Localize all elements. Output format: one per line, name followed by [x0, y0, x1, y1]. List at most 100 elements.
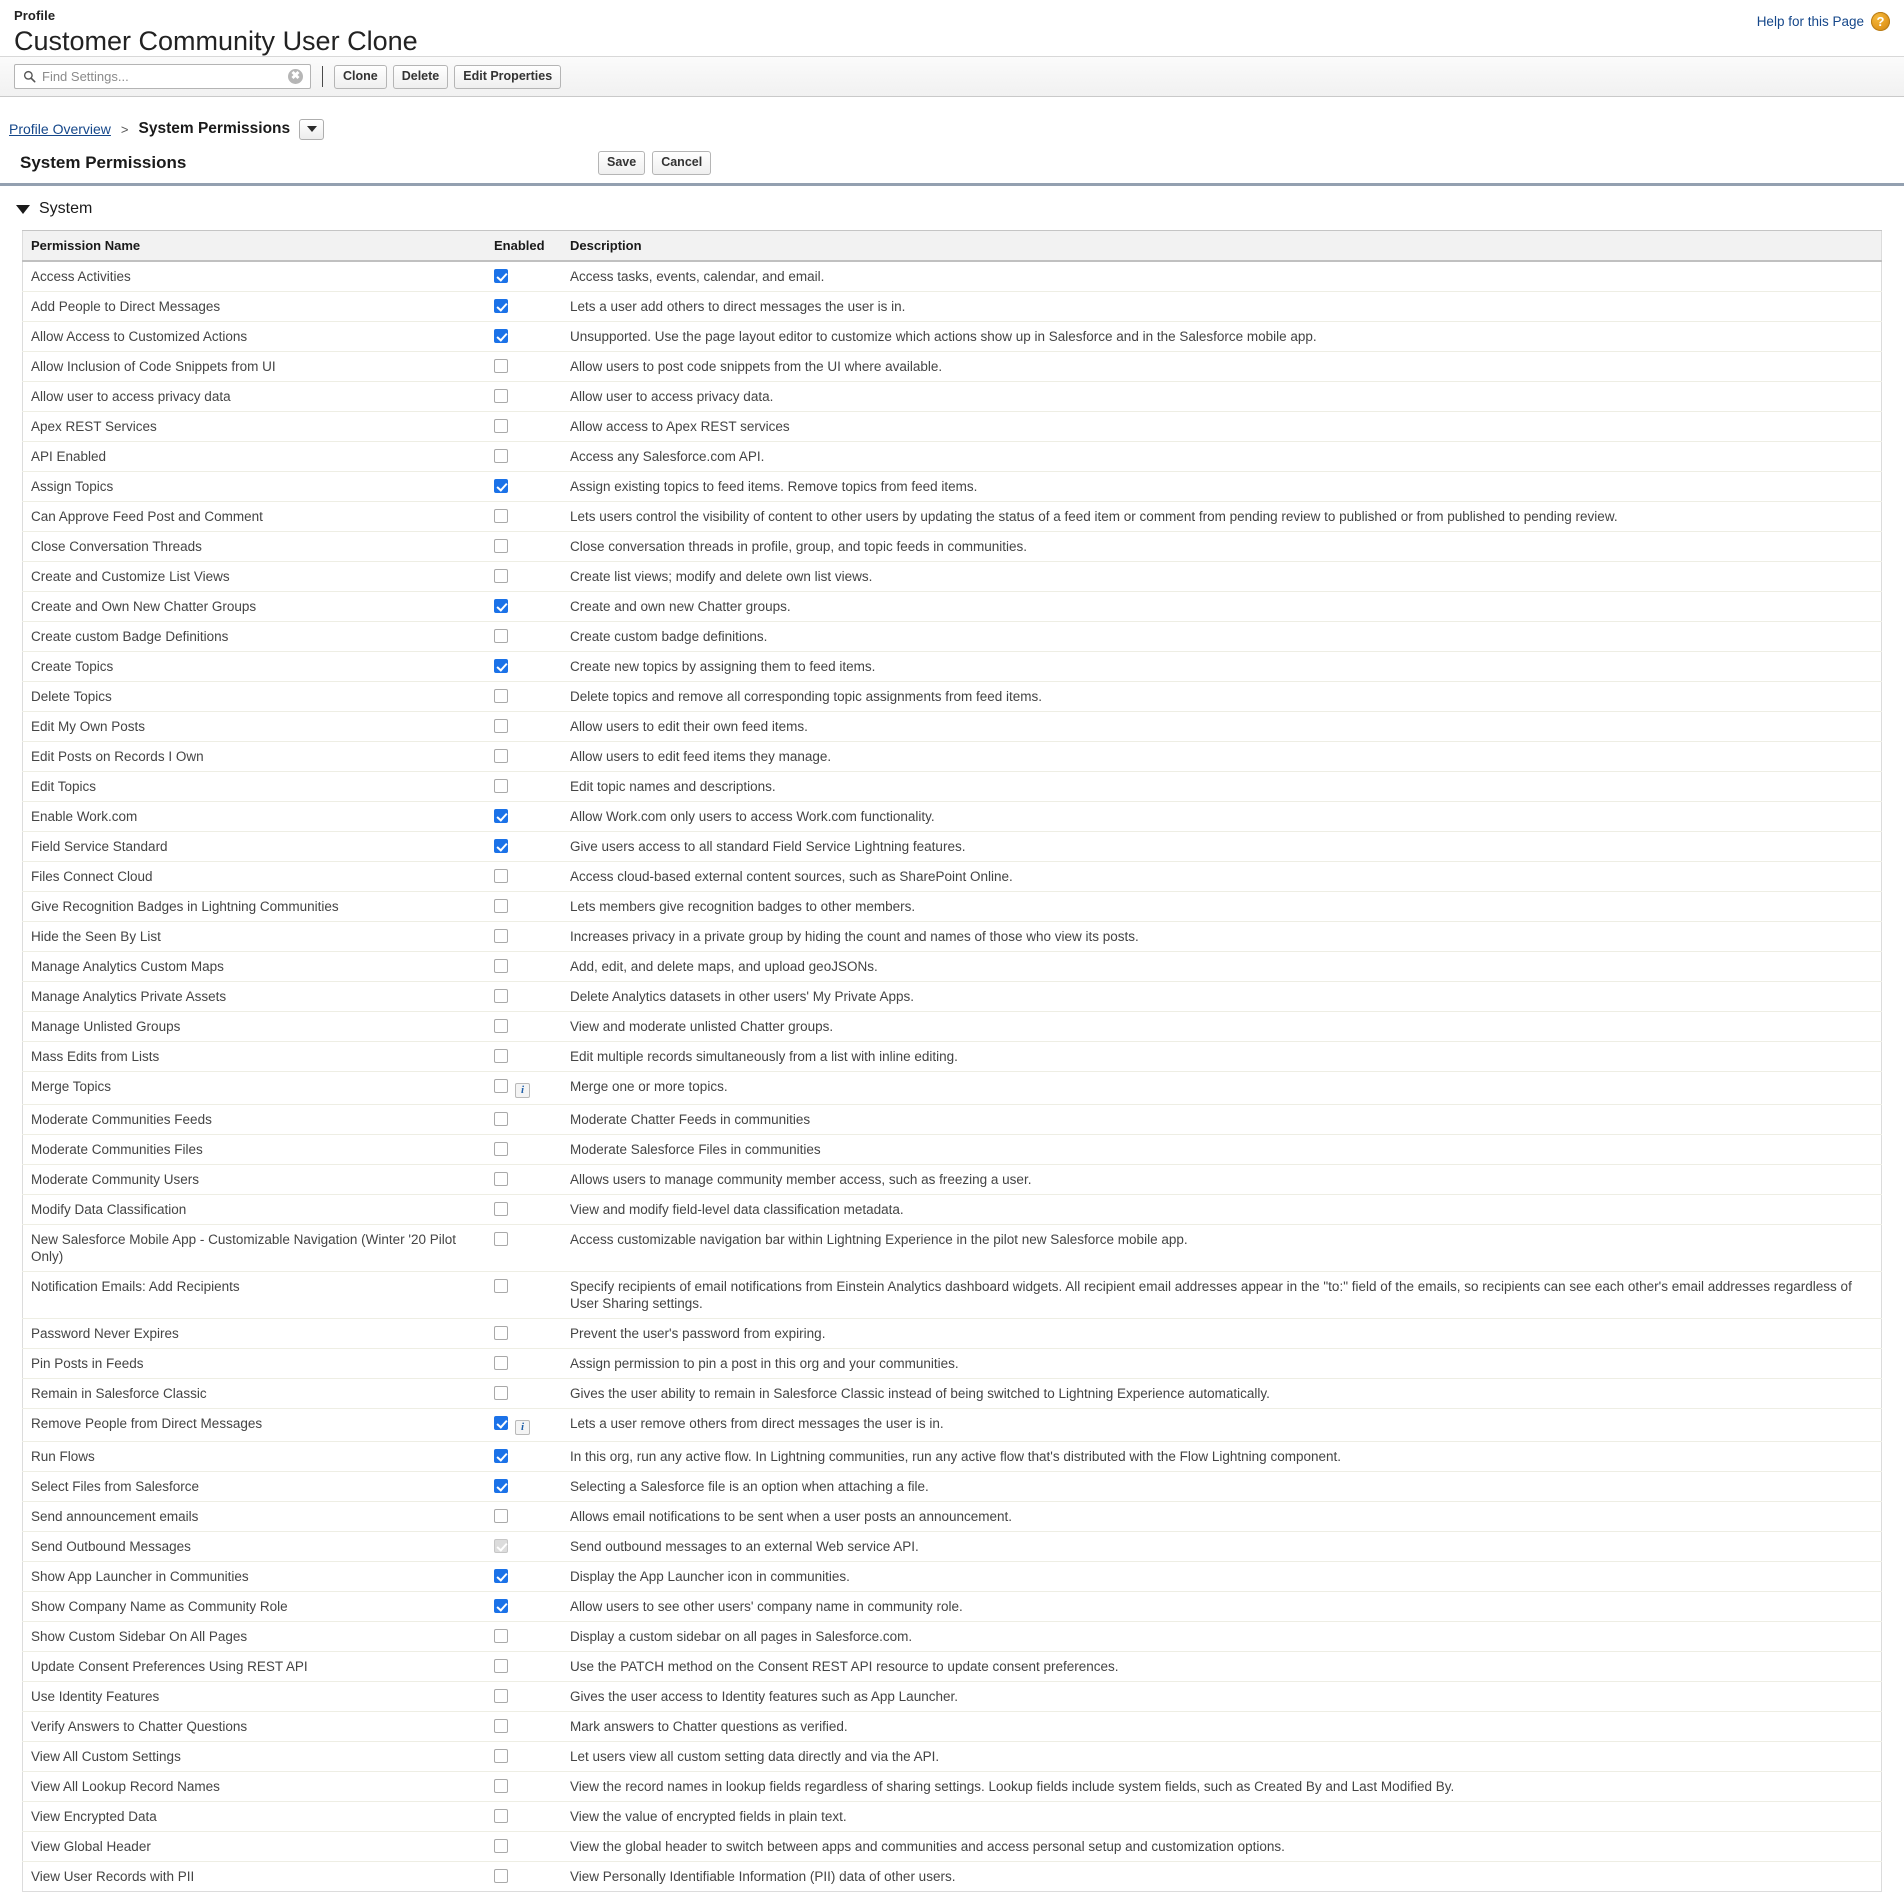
permission-checkbox[interactable] [494, 419, 508, 433]
permission-checkbox[interactable] [494, 1869, 508, 1883]
permission-checkbox[interactable] [494, 1689, 508, 1703]
permission-checkbox[interactable] [494, 1629, 508, 1643]
permission-checkbox[interactable] [494, 1326, 508, 1340]
permission-name-cell: Run Flows [22, 1441, 486, 1472]
permission-checkbox[interactable] [494, 1356, 508, 1370]
table-row: Allow Inclusion of Code Snippets from UI… [22, 351, 1882, 382]
permission-description-cell: Allow users to edit their own feed items… [562, 711, 1882, 742]
help-for-this-page[interactable]: Help for this Page ? [1757, 12, 1890, 31]
permission-checkbox[interactable] [494, 1202, 508, 1216]
toolbar-divider [322, 66, 323, 87]
clear-search-icon[interactable]: ✖ [288, 69, 303, 84]
permission-name-cell: Field Service Standard [22, 831, 486, 862]
permission-checkbox[interactable] [494, 299, 508, 313]
help-question-icon[interactable]: ? [1871, 12, 1890, 31]
permission-description-cell: Access cloud-based external content sour… [562, 861, 1882, 892]
permission-checkbox[interactable] [494, 1172, 508, 1186]
permission-description-cell: Gives the user access to Identity featur… [562, 1681, 1882, 1712]
permission-checkbox[interactable] [494, 1279, 508, 1293]
permission-name-cell: Show App Launcher in Communities [22, 1561, 486, 1592]
table-row: View Global Header View the global header… [22, 1831, 1882, 1862]
permission-checkbox[interactable] [494, 1809, 508, 1823]
permission-checkbox[interactable] [494, 659, 508, 673]
permission-checkbox[interactable] [494, 1779, 508, 1793]
permission-name-cell: View All Custom Settings [22, 1741, 486, 1772]
permission-enabled-cell [486, 1041, 562, 1072]
info-icon[interactable]: i [515, 1420, 530, 1435]
permission-checkbox[interactable] [494, 599, 508, 613]
permission-checkbox[interactable] [494, 779, 508, 793]
permission-description-cell: View Personally Identifiable Information… [570, 1869, 956, 1884]
permission-name-cell: Password Never Expires [22, 1318, 486, 1349]
permission-enabled-cell [486, 831, 562, 862]
permission-checkbox[interactable] [494, 479, 508, 493]
permission-checkbox[interactable] [494, 959, 508, 973]
permission-checkbox[interactable] [494, 1386, 508, 1400]
permission-checkbox[interactable] [494, 809, 508, 823]
triangle-down-icon [16, 204, 30, 214]
permission-checkbox[interactable] [494, 629, 508, 643]
clone-button[interactable]: Clone [334, 64, 387, 89]
permission-checkbox[interactable] [494, 1719, 508, 1733]
permission-checkbox[interactable] [494, 1142, 508, 1156]
permission-checkbox[interactable] [494, 989, 508, 1003]
permission-description-cell: View and moderate unlisted Chatter group… [562, 1011, 1882, 1042]
permission-checkbox[interactable] [494, 1569, 508, 1583]
permission-checkbox[interactable] [494, 1599, 508, 1613]
permission-checkbox[interactable] [494, 1019, 508, 1033]
search-icon [23, 70, 36, 83]
permission-checkbox[interactable] [494, 1416, 508, 1430]
search-input[interactable] [42, 69, 288, 84]
permission-checkbox[interactable] [494, 869, 508, 883]
system-group-toggle[interactable]: System [0, 186, 1904, 230]
permission-checkbox[interactable] [494, 1049, 508, 1063]
permission-checkbox[interactable] [494, 1449, 508, 1463]
table-row: Allow user to access privacy data Allow u… [22, 381, 1882, 412]
info-icon[interactable]: i [515, 1083, 530, 1098]
breadcrumb-profile-overview[interactable]: Profile Overview [9, 121, 111, 137]
permission-checkbox[interactable] [494, 689, 508, 703]
permission-checkbox[interactable] [494, 539, 508, 553]
permission-checkbox[interactable] [494, 389, 508, 403]
permission-enabled-cell [486, 1801, 562, 1832]
permission-checkbox[interactable] [494, 929, 508, 943]
permission-checkbox[interactable] [494, 1839, 508, 1853]
table-row: New Salesforce Mobile App - Customizable… [22, 1224, 1882, 1272]
permission-checkbox[interactable] [494, 1659, 508, 1673]
permission-name-cell: New Salesforce Mobile App - Customizable… [22, 1224, 486, 1272]
table-row: Create custom Badge Definitions Create cu… [22, 621, 1882, 652]
permission-checkbox[interactable] [494, 359, 508, 373]
table-row: Password Never Expires Prevent the user's… [22, 1318, 1882, 1349]
permission-checkbox[interactable] [494, 1079, 508, 1093]
table-row: Give Recognition Badges in Lightning Com… [22, 891, 1882, 922]
save-button[interactable]: Save [598, 151, 646, 175]
permission-name-cell: Notification Emails: Add Recipients [22, 1271, 486, 1319]
cancel-button[interactable]: Cancel [652, 151, 712, 175]
permission-checkbox[interactable] [494, 569, 508, 583]
help-link[interactable]: Help for this Page [1757, 14, 1864, 29]
profile-eyebrow: Profile [14, 8, 56, 23]
permission-checkbox[interactable] [494, 1232, 508, 1246]
permission-checkbox[interactable] [494, 1509, 508, 1523]
permission-checkbox[interactable] [494, 899, 508, 913]
permission-checkbox[interactable] [494, 1749, 508, 1763]
table-row: Allow Access to Customized Actions Unsupp… [22, 321, 1882, 352]
permission-checkbox[interactable] [494, 1479, 508, 1493]
permission-checkbox[interactable] [494, 329, 508, 343]
delete-button[interactable]: Delete [392, 64, 449, 89]
table-row: Create Topics Create new topics by assign… [22, 651, 1882, 682]
permission-checkbox[interactable] [494, 269, 508, 283]
permission-checkbox[interactable] [494, 839, 508, 853]
permission-checkbox[interactable] [494, 449, 508, 463]
table-row: Pin Posts in Feeds Assign permission to p… [22, 1348, 1882, 1379]
breadcrumb-dropdown-button[interactable] [299, 118, 325, 140]
find-settings-box[interactable]: ✖ [14, 64, 311, 89]
permission-checkbox[interactable] [494, 1112, 508, 1126]
permission-description-cell: Create new topics by assigning them to f… [562, 651, 1882, 682]
permission-checkbox[interactable] [494, 749, 508, 763]
permission-enabled-cell [486, 1711, 562, 1742]
permission-checkbox[interactable] [494, 509, 508, 523]
permission-checkbox[interactable] [494, 719, 508, 733]
table-header: Permission Name Enabled Description [22, 230, 1882, 262]
edit-properties-button[interactable]: Edit Properties [454, 64, 562, 89]
